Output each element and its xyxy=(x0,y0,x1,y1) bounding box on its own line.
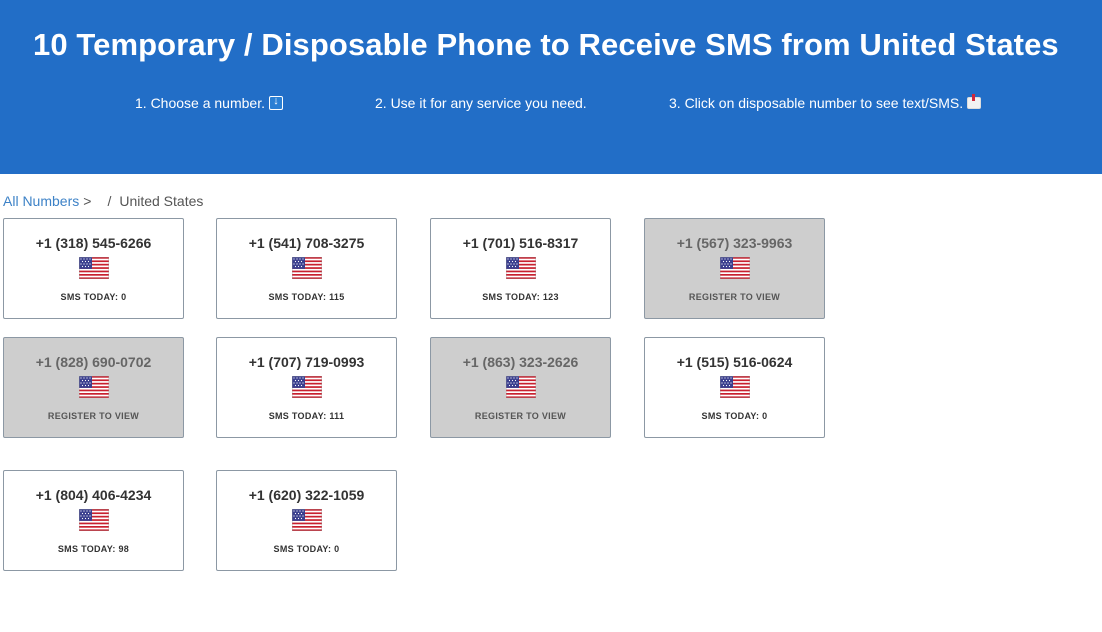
step-1: 1. Choose a number. xyxy=(135,95,283,111)
us-flag-icon xyxy=(79,509,109,531)
number-card[interactable]: +1 (804) 406-4234 SMS TODAY: 98 xyxy=(3,470,184,571)
phone-number: +1 (701) 516-8317 xyxy=(462,235,579,251)
breadcrumb-current: United States xyxy=(119,193,204,209)
phone-number: +1 (863) 323-2626 xyxy=(462,354,579,370)
phone-number: +1 (804) 406-4234 xyxy=(35,487,152,503)
sms-today-count: SMS TODAY: 111 xyxy=(268,411,345,421)
sms-today-count: SMS TODAY: 0 xyxy=(60,292,127,302)
page-title: 10 Temporary / Disposable Phone to Recei… xyxy=(33,27,1059,62)
number-card[interactable]: +1 (541) 708-3275 SMS TODAY: 115 xyxy=(216,218,397,319)
phone-number: +1 (318) 545-6266 xyxy=(35,235,152,251)
sms-today-count: SMS TODAY: 123 xyxy=(482,292,559,302)
us-flag-icon xyxy=(506,257,536,279)
number-card[interactable]: +1 (515) 516-0624 SMS TODAY: 0 xyxy=(644,337,825,438)
number-card[interactable]: +1 (707) 719-0993 SMS TODAY: 111 xyxy=(216,337,397,438)
us-flag-icon xyxy=(292,509,322,531)
phone-number: +1 (828) 690-0702 xyxy=(35,354,152,370)
number-card[interactable]: +1 (318) 545-6266 SMS TODAY: 0 xyxy=(3,218,184,319)
locked-number-card[interactable]: +1 (567) 323-9963 REGISTER TO VIEW xyxy=(644,218,825,319)
register-to-view-label: REGISTER TO VIEW xyxy=(688,292,781,302)
sms-today-count: SMS TODAY: 98 xyxy=(57,544,130,554)
step-3-text: 3. Click on disposable number to see tex… xyxy=(669,95,964,111)
breadcrumb: All Numbers > / United States xyxy=(3,193,203,209)
phone-number: +1 (707) 719-0993 xyxy=(248,354,365,370)
us-flag-icon xyxy=(292,376,322,398)
us-flag-icon xyxy=(79,257,109,279)
breadcrumb-all-numbers-link[interactable]: All Numbers xyxy=(3,193,79,209)
sms-today-count: SMS TODAY: 115 xyxy=(268,292,345,302)
us-flag-icon xyxy=(506,376,536,398)
phone-number: +1 (567) 323-9963 xyxy=(676,235,793,251)
number-card[interactable]: +1 (620) 322-1059 SMS TODAY: 0 xyxy=(216,470,397,571)
us-flag-icon xyxy=(720,257,750,279)
locked-number-card[interactable]: +1 (828) 690-0702 REGISTER TO VIEW xyxy=(3,337,184,438)
inbox-icon xyxy=(967,94,982,109)
phone-number: +1 (541) 708-3275 xyxy=(248,235,365,251)
sms-today-count: SMS TODAY: 0 xyxy=(273,544,340,554)
number-card[interactable]: +1 (701) 516-8317 SMS TODAY: 123 xyxy=(430,218,611,319)
register-to-view-label: REGISTER TO VIEW xyxy=(47,411,140,421)
step-2-text: 2. Use it for any service you need. xyxy=(375,95,587,111)
us-flag-icon xyxy=(720,376,750,398)
breadcrumb-separator: > xyxy=(83,193,92,209)
hero-banner: 10 Temporary / Disposable Phone to Recei… xyxy=(0,0,1102,174)
us-flag-icon xyxy=(292,257,322,279)
locked-number-card[interactable]: +1 (863) 323-2626 REGISTER TO VIEW xyxy=(430,337,611,438)
down-arrow-icon xyxy=(268,95,283,110)
phone-number: +1 (620) 322-1059 xyxy=(248,487,365,503)
step-1-text: 1. Choose a number. xyxy=(135,95,265,111)
phone-number: +1 (515) 516-0624 xyxy=(676,354,793,370)
step-3: 3. Click on disposable number to see tex… xyxy=(669,94,982,111)
step-2: 2. Use it for any service you need. xyxy=(375,95,587,111)
register-to-view-label: REGISTER TO VIEW xyxy=(474,411,567,421)
breadcrumb-separator: / xyxy=(107,193,112,209)
us-flag-icon xyxy=(79,376,109,398)
sms-today-count: SMS TODAY: 0 xyxy=(701,411,768,421)
